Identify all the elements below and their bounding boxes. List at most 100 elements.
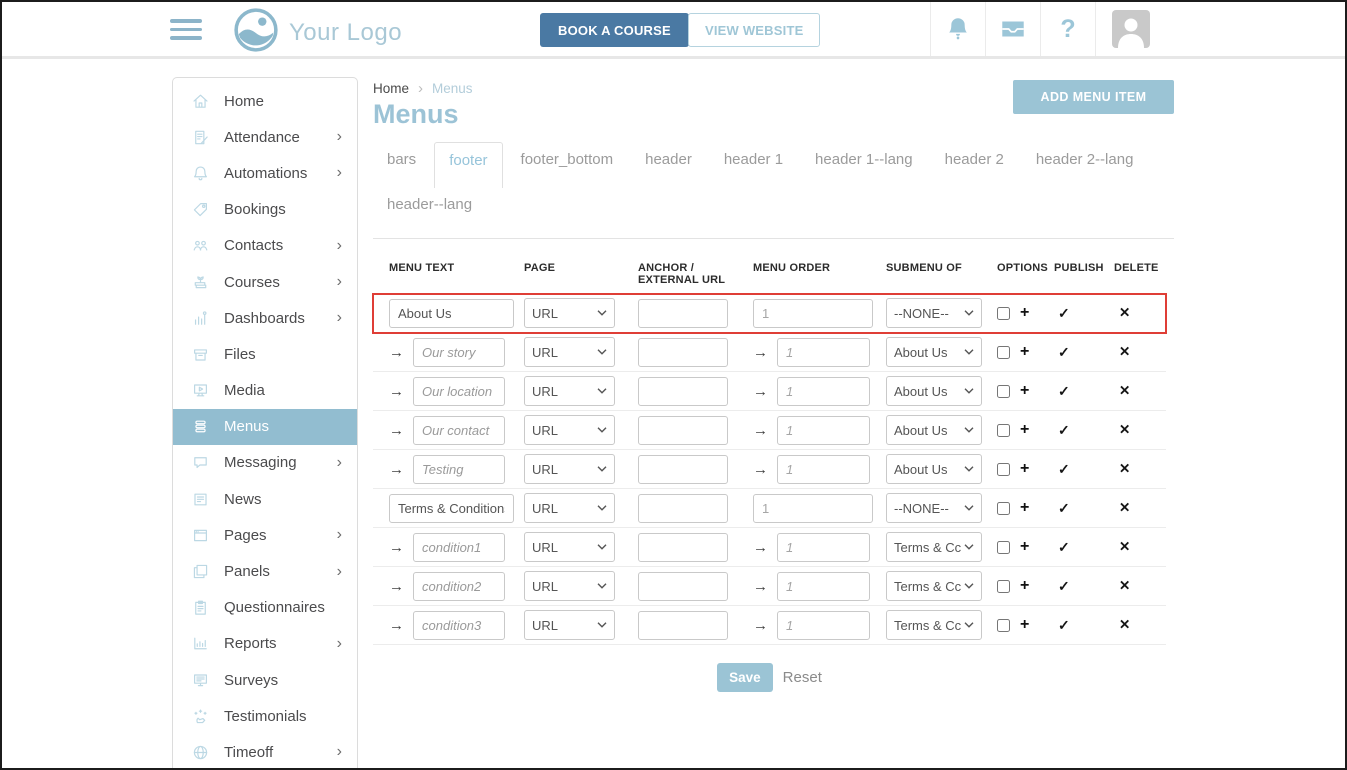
sidebar-item-reports[interactable]: Reports › [173, 626, 357, 662]
publish-check-icon[interactable]: ✓ [1054, 617, 1070, 634]
reset-link[interactable]: Reset [783, 669, 822, 686]
sidebar-item-messaging[interactable]: Messaging › [173, 445, 357, 481]
options-checkbox[interactable] [997, 541, 1010, 554]
page-select[interactable]: URL [524, 493, 615, 523]
add-submenu-plus-icon[interactable]: + [1020, 382, 1029, 400]
user-avatar[interactable] [1095, 2, 1165, 56]
submenu-of-select[interactable]: About Us [886, 337, 982, 367]
menu-text-input[interactable] [389, 299, 514, 328]
sidebar-item-media[interactable]: Media [173, 373, 357, 409]
sidebar-item-automations[interactable]: Automations › [173, 155, 357, 191]
view-website-button[interactable]: VIEW WEBSITE [688, 13, 820, 47]
delete-x-icon[interactable]: ✕ [1114, 383, 1130, 399]
tab-header-2[interactable]: header 2 [931, 142, 1018, 177]
anchor-url-input[interactable] [638, 416, 728, 445]
menu-text-input[interactable] [413, 416, 505, 445]
submenu-of-select[interactable]: About Us [886, 376, 982, 406]
submenu-of-select[interactable]: Terms & Cc [886, 610, 982, 640]
anchor-url-input[interactable] [638, 455, 728, 484]
notifications-bell-icon[interactable] [930, 2, 985, 56]
sidebar-item-dashboards[interactable]: Dashboards › [173, 300, 357, 336]
publish-check-icon[interactable]: ✓ [1054, 461, 1070, 478]
menu-order-input[interactable] [753, 494, 873, 523]
sidebar-item-courses[interactable]: Courses › [173, 264, 357, 300]
submenu-of-select[interactable]: --NONE-- [886, 493, 982, 523]
anchor-url-input[interactable] [638, 533, 728, 562]
tab-footer-bottom[interactable]: footer_bottom [507, 142, 628, 177]
menu-order-input[interactable] [777, 338, 870, 367]
page-select[interactable]: URL [524, 298, 615, 328]
sidebar-item-timeoff[interactable]: Timeoff › [173, 734, 357, 770]
anchor-url-input[interactable] [638, 494, 728, 523]
page-select[interactable]: URL [524, 571, 615, 601]
delete-x-icon[interactable]: ✕ [1114, 422, 1130, 438]
delete-x-icon[interactable]: ✕ [1114, 539, 1130, 555]
sidebar-item-pages[interactable]: Pages › [173, 517, 357, 553]
sidebar-item-contacts[interactable]: Contacts › [173, 228, 357, 264]
tab-header-1-lang[interactable]: header 1--lang [801, 142, 927, 177]
tab-header-1[interactable]: header 1 [710, 142, 797, 177]
sidebar-item-questionnaires[interactable]: Questionnaires [173, 590, 357, 626]
menu-order-input[interactable] [777, 377, 870, 406]
save-button[interactable]: Save [717, 663, 773, 692]
submenu-of-select[interactable]: --NONE-- [886, 298, 982, 328]
options-checkbox[interactable] [997, 580, 1010, 593]
sidebar-item-menus[interactable]: Menus [173, 409, 357, 445]
book-a-course-button[interactable]: BOOK A COURSE [540, 13, 689, 47]
anchor-url-input[interactable] [638, 611, 728, 640]
options-checkbox[interactable] [997, 463, 1010, 476]
publish-check-icon[interactable]: ✓ [1054, 578, 1070, 595]
publish-check-icon[interactable]: ✓ [1054, 539, 1070, 556]
submenu-of-select[interactable]: Terms & Cc [886, 532, 982, 562]
sidebar-item-news[interactable]: News [173, 481, 357, 517]
add-submenu-plus-icon[interactable]: + [1020, 616, 1029, 634]
anchor-url-input[interactable] [638, 299, 728, 328]
inbox-icon[interactable] [985, 2, 1040, 56]
add-submenu-plus-icon[interactable]: + [1020, 499, 1029, 517]
page-select[interactable]: URL [524, 454, 615, 484]
menu-order-input[interactable] [777, 455, 870, 484]
delete-x-icon[interactable]: ✕ [1114, 305, 1130, 321]
publish-check-icon[interactable]: ✓ [1054, 305, 1070, 322]
publish-check-icon[interactable]: ✓ [1054, 422, 1070, 439]
menu-order-input[interactable] [753, 299, 873, 328]
delete-x-icon[interactable]: ✕ [1114, 344, 1130, 360]
sidebar-item-panels[interactable]: Panels › [173, 553, 357, 589]
menu-text-input[interactable] [413, 533, 505, 562]
menu-text-input[interactable] [413, 338, 505, 367]
add-submenu-plus-icon[interactable]: + [1020, 343, 1029, 361]
add-submenu-plus-icon[interactable]: + [1020, 304, 1029, 322]
delete-x-icon[interactable]: ✕ [1114, 500, 1130, 516]
publish-check-icon[interactable]: ✓ [1054, 383, 1070, 400]
page-select[interactable]: URL [524, 610, 615, 640]
add-menu-item-button[interactable]: ADD MENU ITEM [1013, 80, 1174, 114]
menu-order-input[interactable] [777, 416, 870, 445]
page-select[interactable]: URL [524, 337, 615, 367]
publish-check-icon[interactable]: ✓ [1054, 500, 1070, 517]
options-checkbox[interactable] [997, 385, 1010, 398]
menu-text-input[interactable] [413, 377, 505, 406]
menu-text-input[interactable] [389, 494, 514, 523]
delete-x-icon[interactable]: ✕ [1114, 461, 1130, 477]
menu-order-input[interactable] [777, 611, 870, 640]
options-checkbox[interactable] [997, 424, 1010, 437]
menu-text-input[interactable] [413, 455, 505, 484]
add-submenu-plus-icon[interactable]: + [1020, 460, 1029, 478]
menu-order-input[interactable] [777, 533, 870, 562]
sidebar-item-surveys[interactable]: Surveys [173, 662, 357, 698]
breadcrumb-home-link[interactable]: Home [373, 81, 409, 96]
tab-footer[interactable]: footer [434, 142, 502, 188]
add-submenu-plus-icon[interactable]: + [1020, 421, 1029, 439]
tab-header-2-lang[interactable]: header 2--lang [1022, 142, 1148, 177]
options-checkbox[interactable] [997, 619, 1010, 632]
sidebar-item-attendance[interactable]: Attendance › [173, 119, 357, 155]
anchor-url-input[interactable] [638, 377, 728, 406]
menu-order-input[interactable] [777, 572, 870, 601]
add-submenu-plus-icon[interactable]: + [1020, 577, 1029, 595]
sidebar-item-testimonials[interactable]: Testimonials [173, 698, 357, 734]
add-submenu-plus-icon[interactable]: + [1020, 538, 1029, 556]
delete-x-icon[interactable]: ✕ [1114, 578, 1130, 594]
anchor-url-input[interactable] [638, 338, 728, 367]
sidebar-item-bookings[interactable]: Bookings [173, 192, 357, 228]
hamburger-menu-icon[interactable] [170, 19, 202, 45]
